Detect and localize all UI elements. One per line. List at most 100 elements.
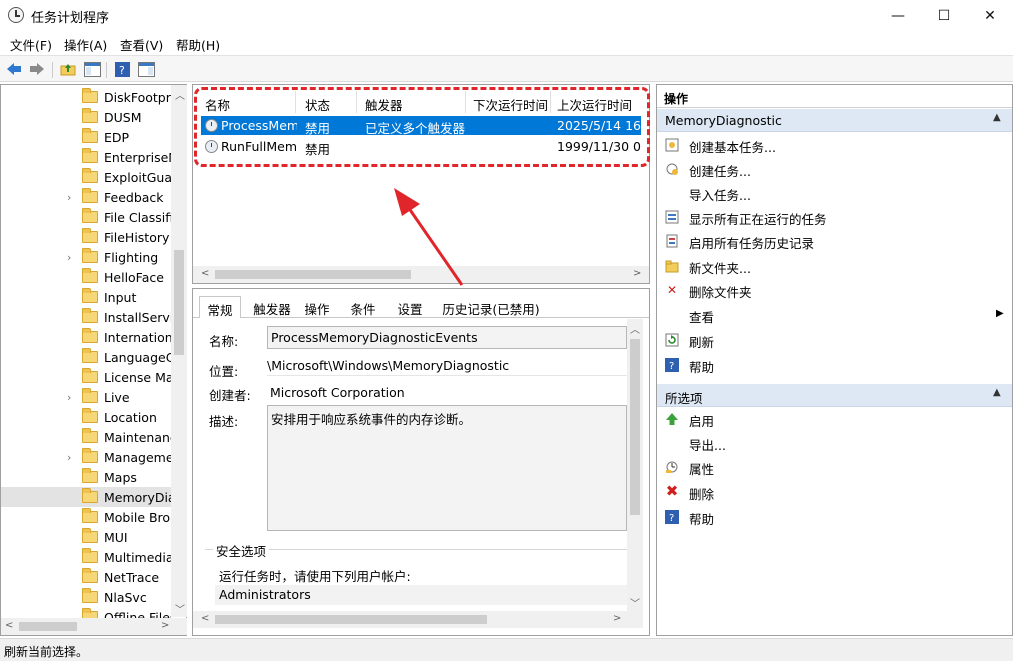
details-horizontal-scrollbar[interactable]: < > xyxy=(193,611,643,628)
expand-chevron-icon[interactable]: › xyxy=(67,451,71,464)
tree-item[interactable]: Input xyxy=(1,287,171,307)
tree-item[interactable]: NlaSvc xyxy=(1,587,171,607)
menu-help[interactable]: 帮助(H) xyxy=(176,35,220,54)
back-icon[interactable] xyxy=(4,59,24,79)
action-help[interactable]: 帮助 xyxy=(689,357,714,376)
menu-file[interactable]: 文件(F) xyxy=(10,35,52,54)
tree-item[interactable]: Location xyxy=(1,407,171,427)
table-row[interactable]: ProcessMemoryDiagnosticEvents 禁用 已定义多个触发… xyxy=(201,116,641,136)
scroll-right-icon[interactable]: > xyxy=(613,613,621,624)
tree-item[interactable]: EnterpriseMgmt xyxy=(1,147,171,167)
tree-item[interactable]: HelloFace xyxy=(1,267,171,287)
tab-actions[interactable]: 操作 xyxy=(297,296,337,318)
action-create-basic-task[interactable]: 创建基本任务... xyxy=(689,137,776,156)
expand-chevron-icon[interactable]: › xyxy=(67,251,71,264)
tree-item[interactable]: International xyxy=(1,327,171,347)
tree-item[interactable]: › Flighting xyxy=(1,247,171,267)
action-import-task[interactable]: 导入任务... xyxy=(689,185,751,204)
table-row[interactable]: RunFullMemoryDiagnostic 禁用 1999/11/30 0:… xyxy=(201,137,641,157)
scroll-down-icon[interactable]: ﹀ xyxy=(630,595,640,610)
tree-item[interactable]: LanguageComponents xyxy=(1,347,171,367)
tree-item[interactable]: Multimedia xyxy=(1,547,171,567)
tree-item-label: International xyxy=(104,329,171,345)
tree-item[interactable]: › Management xyxy=(1,447,171,467)
column-header-last-run[interactable]: 上次运行时间 xyxy=(557,95,632,114)
tree-item[interactable]: NetTrace xyxy=(1,567,171,587)
tab-settings[interactable]: 设置 xyxy=(389,296,431,318)
scroll-left-icon[interactable]: < xyxy=(201,268,209,279)
tree-item[interactable]: › Live xyxy=(1,387,171,407)
folder-tree[interactable]: DiskFootprint DUSM EDP EnterpriseMgmt Exploi… xyxy=(0,84,187,636)
tree-vertical-scrollbar[interactable]: ︿ ﹀ xyxy=(171,85,187,617)
tree-horizontal-scrollbar[interactable]: < > xyxy=(1,618,187,635)
tree-item[interactable]: DUSM xyxy=(1,107,171,127)
scroll-right-icon[interactable]: > xyxy=(161,620,169,631)
help-icon[interactable]: ? xyxy=(112,59,132,79)
action-create-task[interactable]: 创建任务... xyxy=(689,161,751,180)
section-header-memorydiagnostic[interactable]: MemoryDiagnostic ▲ xyxy=(657,109,1012,132)
action-help-selected[interactable]: 帮助 xyxy=(689,509,714,528)
scroll-down-icon[interactable]: ﹀ xyxy=(175,601,185,616)
action-enable-history[interactable]: 启用所有任务历史记录 xyxy=(689,233,814,252)
action-show-running-tasks[interactable]: 显示所有正在运行的任务 xyxy=(689,209,827,228)
maximize-button[interactable]: ☐ xyxy=(921,0,967,31)
tree-item[interactable]: DiskFootprint xyxy=(1,87,171,107)
minimize-button[interactable]: — xyxy=(875,0,921,31)
task-name: RunFullMemoryDiagnostic xyxy=(221,139,297,154)
scroll-left-icon[interactable]: < xyxy=(5,620,13,631)
scroll-thumb[interactable] xyxy=(215,615,487,624)
column-header-next-run[interactable]: 下次运行时间 xyxy=(473,95,548,114)
tree-item[interactable]: MemoryDiagnostic xyxy=(1,487,171,507)
menu-view[interactable]: 查看(V) xyxy=(120,35,163,54)
forward-icon[interactable] xyxy=(27,59,47,79)
menu-action[interactable]: 操作(A) xyxy=(64,35,107,54)
scroll-up-icon[interactable]: ︿ xyxy=(175,87,185,102)
action-enable[interactable]: 启用 xyxy=(689,411,714,430)
tree-item[interactable]: Maps xyxy=(1,467,171,487)
show-hide-console-tree-icon[interactable] xyxy=(82,59,102,79)
action-export[interactable]: 导出... xyxy=(689,435,726,454)
action-delete-folder[interactable]: 删除文件夹 xyxy=(689,282,752,301)
tab-general[interactable]: 常规 xyxy=(199,296,241,318)
action-new-folder[interactable]: 新文件夹... xyxy=(689,258,751,277)
section-header-selected-item[interactable]: 所选项 ▲ xyxy=(657,384,1012,407)
description-field[interactable]: 安排用于响应系统事件的内存诊断。 xyxy=(267,405,627,531)
scroll-thumb[interactable] xyxy=(630,339,640,515)
scroll-thumb[interactable] xyxy=(19,622,77,631)
scroll-left-icon[interactable]: < xyxy=(201,613,209,624)
collapse-icon[interactable]: ▲ xyxy=(993,112,1001,123)
up-folder-icon[interactable] xyxy=(58,59,78,79)
expand-chevron-icon[interactable]: › xyxy=(67,191,71,204)
tree-item[interactable]: MUI xyxy=(1,527,171,547)
folder-icon xyxy=(82,288,98,303)
tree-item[interactable]: FileHistory xyxy=(1,227,171,247)
scroll-right-icon[interactable]: > xyxy=(633,268,641,279)
action-delete[interactable]: 删除 xyxy=(689,484,714,503)
tree-item[interactable]: File Classification xyxy=(1,207,171,227)
action-view[interactable]: 查看 xyxy=(689,307,714,326)
column-header-name[interactable]: 名称 xyxy=(205,95,230,114)
tree-item[interactable]: License Manager xyxy=(1,367,171,387)
show-hide-action-pane-icon[interactable] xyxy=(136,59,156,79)
name-field[interactable]: ProcessMemoryDiagnosticEvents xyxy=(267,326,627,349)
column-header-status[interactable]: 状态 xyxy=(305,95,330,114)
close-button[interactable]: ✕ xyxy=(967,0,1013,31)
tree-item[interactable]: EDP xyxy=(1,127,171,147)
tab-history[interactable]: 历史记录(已禁用) xyxy=(437,296,545,318)
scroll-up-icon[interactable]: ︿ xyxy=(630,321,640,336)
tree-item[interactable]: › Feedback xyxy=(1,187,171,207)
tree-item[interactable]: ExploitGuard xyxy=(1,167,171,187)
tab-conditions[interactable]: 条件 xyxy=(343,296,383,318)
details-vertical-scrollbar[interactable]: ︿ ﹀ xyxy=(627,319,643,611)
run-as-field[interactable]: Administrators xyxy=(215,585,627,605)
tree-item[interactable]: InstallService xyxy=(1,307,171,327)
tree-item[interactable]: Mobile Broadband xyxy=(1,507,171,527)
tree-item[interactable]: Maintenance xyxy=(1,427,171,447)
action-properties[interactable]: 属性 xyxy=(689,459,714,478)
expand-chevron-icon[interactable]: › xyxy=(67,391,71,404)
column-header-trigger[interactable]: 触发器 xyxy=(365,95,403,114)
scroll-thumb[interactable] xyxy=(174,250,184,355)
collapse-icon[interactable]: ▲ xyxy=(993,387,1001,398)
tab-triggers[interactable]: 触发器 xyxy=(249,296,295,318)
action-refresh[interactable]: 刷新 xyxy=(689,332,714,351)
